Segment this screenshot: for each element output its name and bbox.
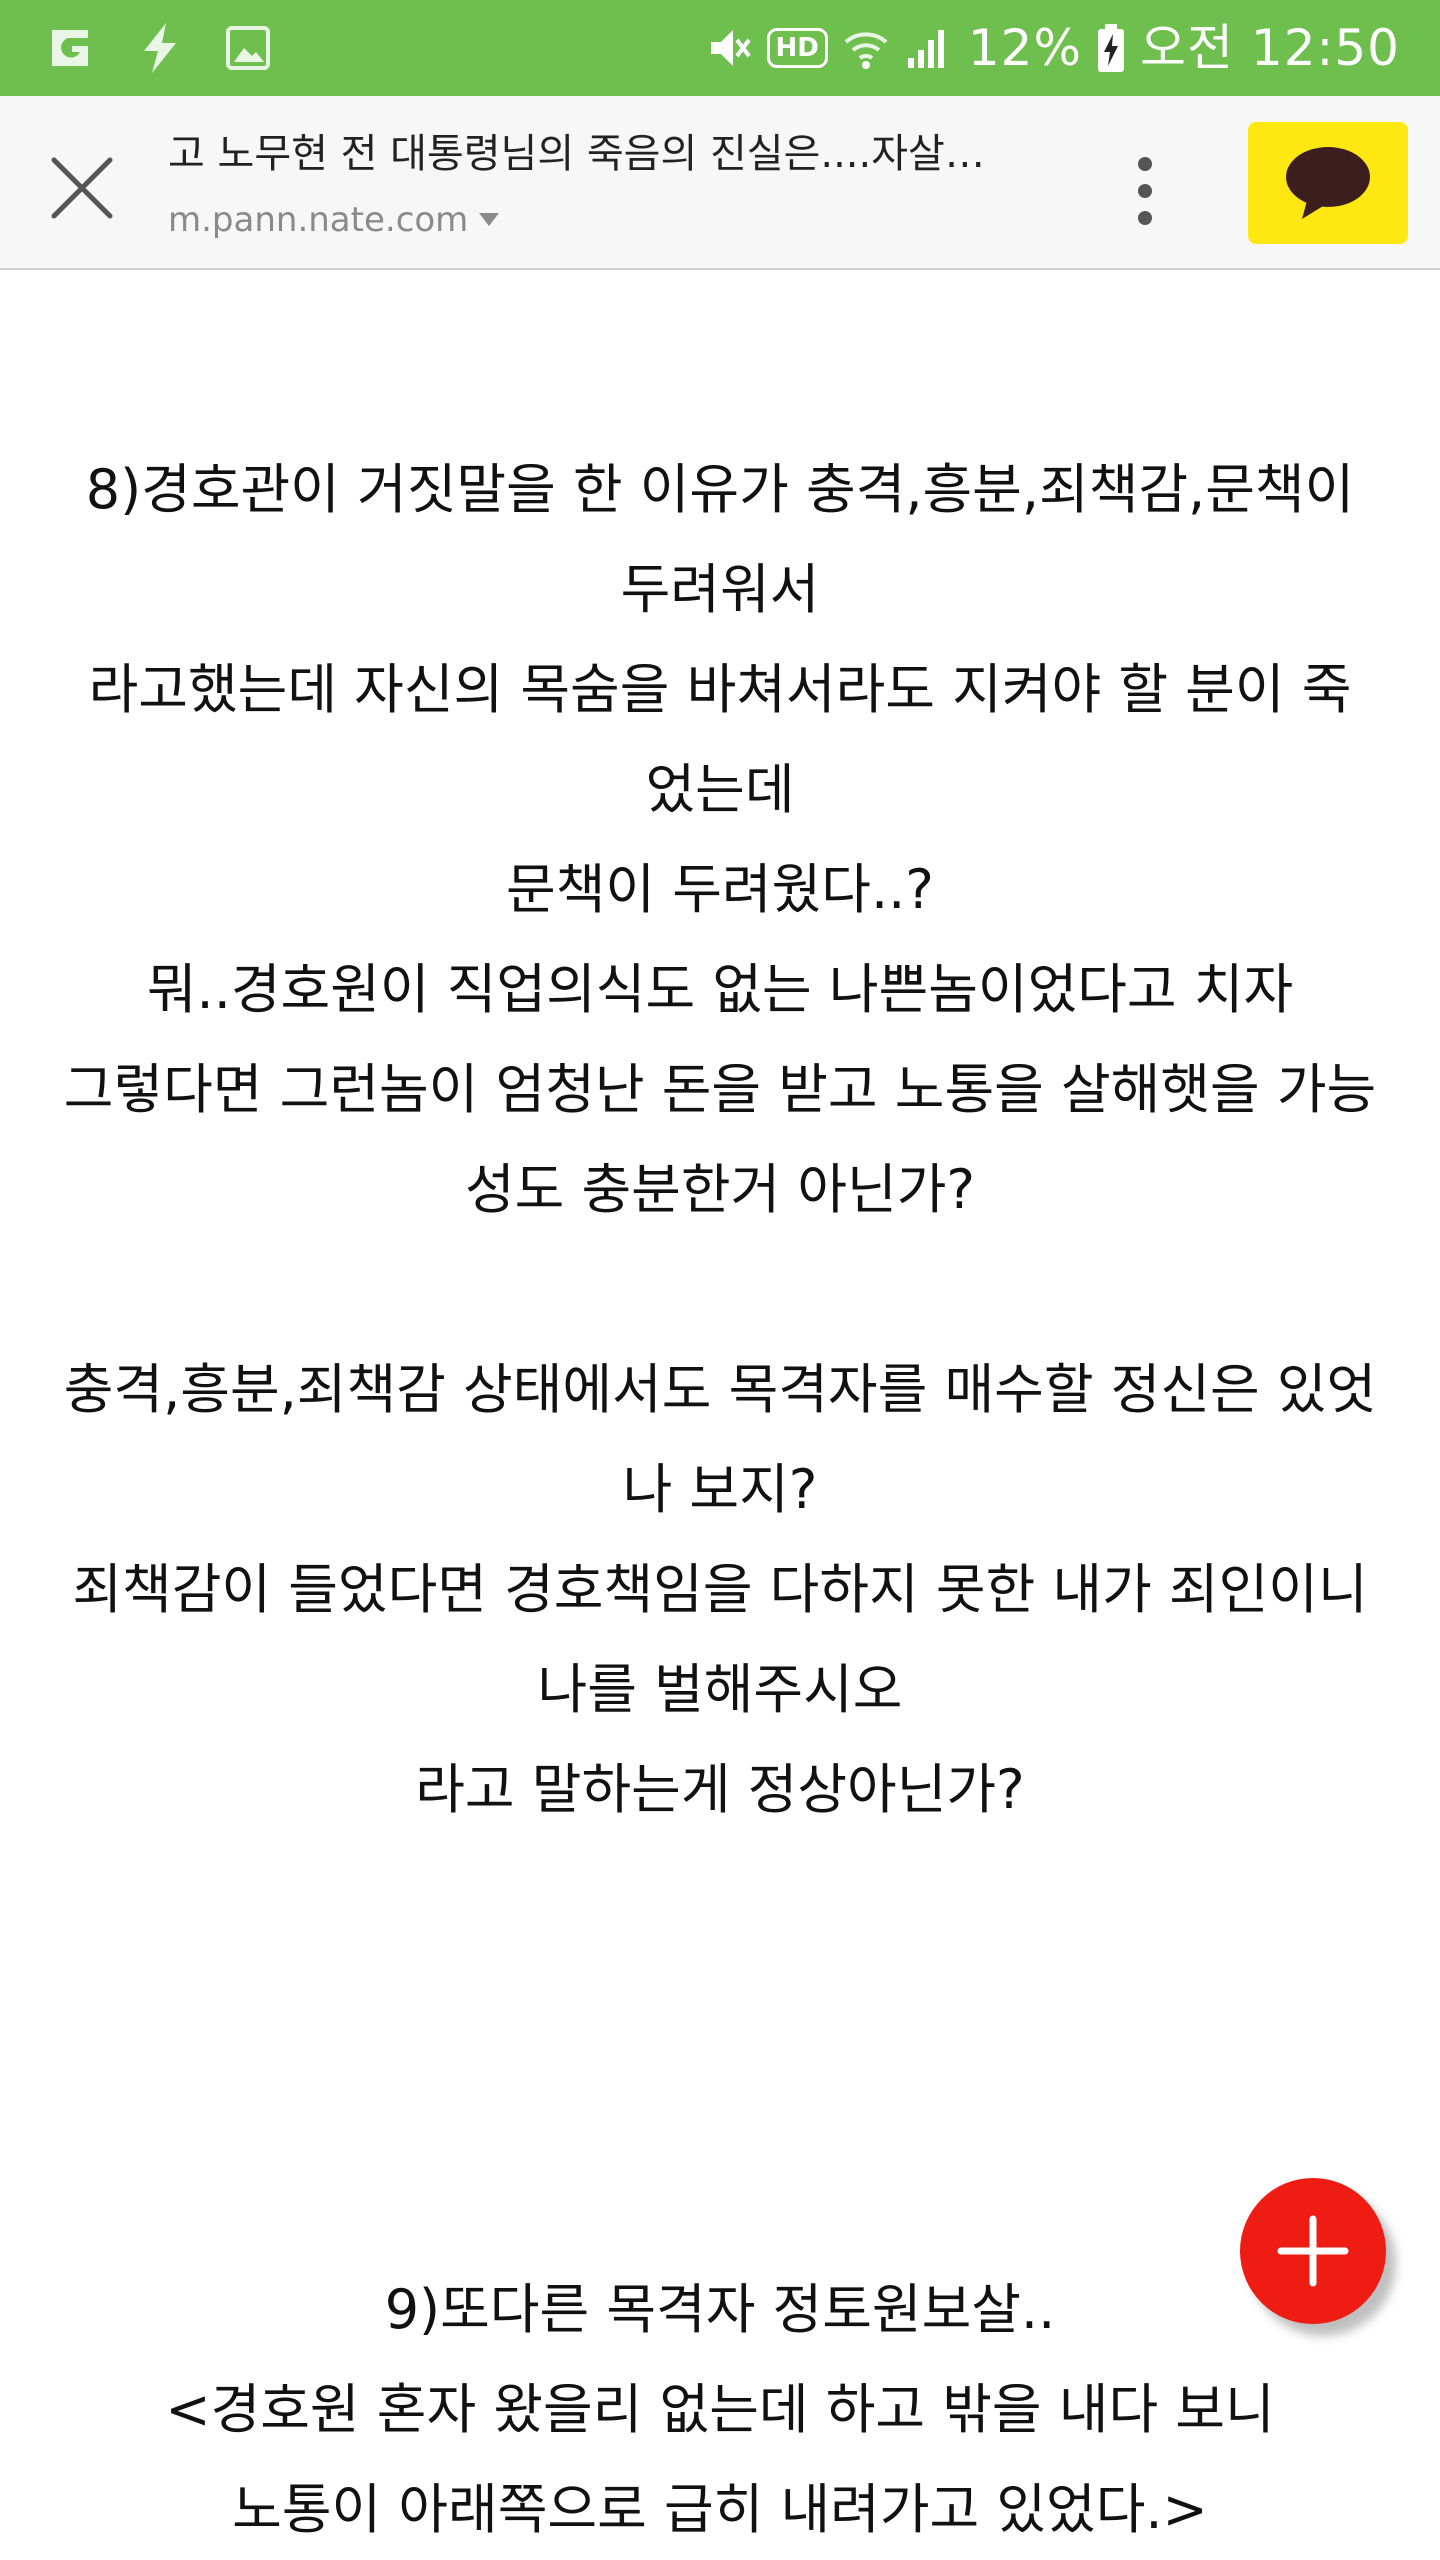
browser-bar: 고 노무현 전 대통령님의 죽음의 진실은....자살이... m.pann.n…: [0, 96, 1440, 270]
page-url: m.pann.nate.com: [168, 200, 469, 240]
text-line: <경호원 혼자 왔을리 없는데 하고 밖을 내다 보니: [165, 2378, 1275, 2441]
more-vertical-icon: [1138, 157, 1152, 225]
text-line: 그렇다면 그런놈이 엄청난 돈을 받고 노통을 살해햇을 가능: [63, 1058, 1377, 1121]
signal-icon: [907, 30, 944, 68]
mute-icon: [710, 30, 751, 66]
text-line: 노통이 아래쪽으로 급히 내려가고 있었다.>: [232, 2478, 1208, 2541]
hd-badge: HD: [766, 28, 828, 68]
text-line: 죄책감이 들었다면 경호책임을 다하지 못한 내가 죄인이니: [72, 1558, 1368, 1621]
article-content: 8)경호관이 거짓말을 한 이유가 충격,흥분,죄책감,문책이 두려워서 라고했…: [30, 270, 1410, 2560]
text-line: 문책이 두려웠다..?: [506, 858, 934, 921]
text-line: 나를 벌해주시오: [537, 1658, 903, 1721]
close-button[interactable]: [40, 146, 124, 230]
wifi-icon: [844, 32, 888, 69]
status-bar-left: [44, 0, 272, 96]
text-line: 두려워서: [620, 558, 820, 621]
g-icon: [52, 30, 88, 66]
text-line: 충격,흥분,죄책감 상태에서도 목격자를 매수할 정신은 있엇: [63, 1358, 1377, 1421]
plus-icon: [1277, 2215, 1349, 2287]
text-line: 8)경호관이 거짓말을 한 이유가 충격,흥분,죄책감,문책이: [85, 458, 1355, 521]
status-bar-right: HD 12% 오전 12:50: [705, 0, 1400, 96]
overflow-menu-button[interactable]: [1120, 146, 1170, 236]
url-dropdown[interactable]: m.pann.nate.com: [168, 196, 500, 244]
text-line: 뭐..경호원이 직업의식도 없는 나쁜놈이었다고 치자: [146, 958, 1294, 1021]
text-line: 었는데: [645, 758, 795, 821]
speech-bubble-icon: [1286, 147, 1370, 219]
add-fab-button[interactable]: [1240, 2178, 1386, 2324]
text-line: 9)또다른 목격자 정토원보살..: [384, 2278, 1056, 2341]
text-line: 성도 충분한거 아닌가?: [464, 1158, 976, 1221]
text-line: 나 보지?: [622, 1458, 818, 1521]
close-icon: [51, 157, 113, 219]
chevron-down-icon: [479, 213, 500, 226]
paragraph-section-8: 8)경호관이 거짓말을 한 이유가 충격,흥분,죄책감,문책이 두려워서 라고했…: [30, 440, 1410, 1240]
kakaotalk-share-button[interactable]: [1248, 122, 1408, 244]
text-line: 라고했는데 자신의 목숨을 바쳐서라도 지켜야 할 분이 죽: [88, 658, 1352, 721]
battery-percent: 12%: [967, 19, 1082, 77]
status-bar: HD 12% 오전 12:50: [0, 0, 1440, 96]
image-icon: [226, 26, 270, 70]
page-title: 고 노무현 전 대통령님의 죽음의 진실은....자살이...: [168, 131, 1018, 177]
battery-charging-icon: [1098, 24, 1124, 72]
status-time: 오전 12:50: [1140, 19, 1400, 77]
text-line: 라고 말하는게 정상아닌가?: [415, 1758, 1025, 1821]
lightning-icon: [144, 23, 176, 73]
paragraph-section-8b: 충격,흥분,죄책감 상태에서도 목격자를 매수할 정신은 있엇 나 보지? 죄책…: [30, 1340, 1410, 1840]
paragraph-section-9: 9)또다른 목격자 정토원보살.. <경호원 혼자 왔을리 없는데 하고 밖을 …: [30, 2260, 1410, 2560]
